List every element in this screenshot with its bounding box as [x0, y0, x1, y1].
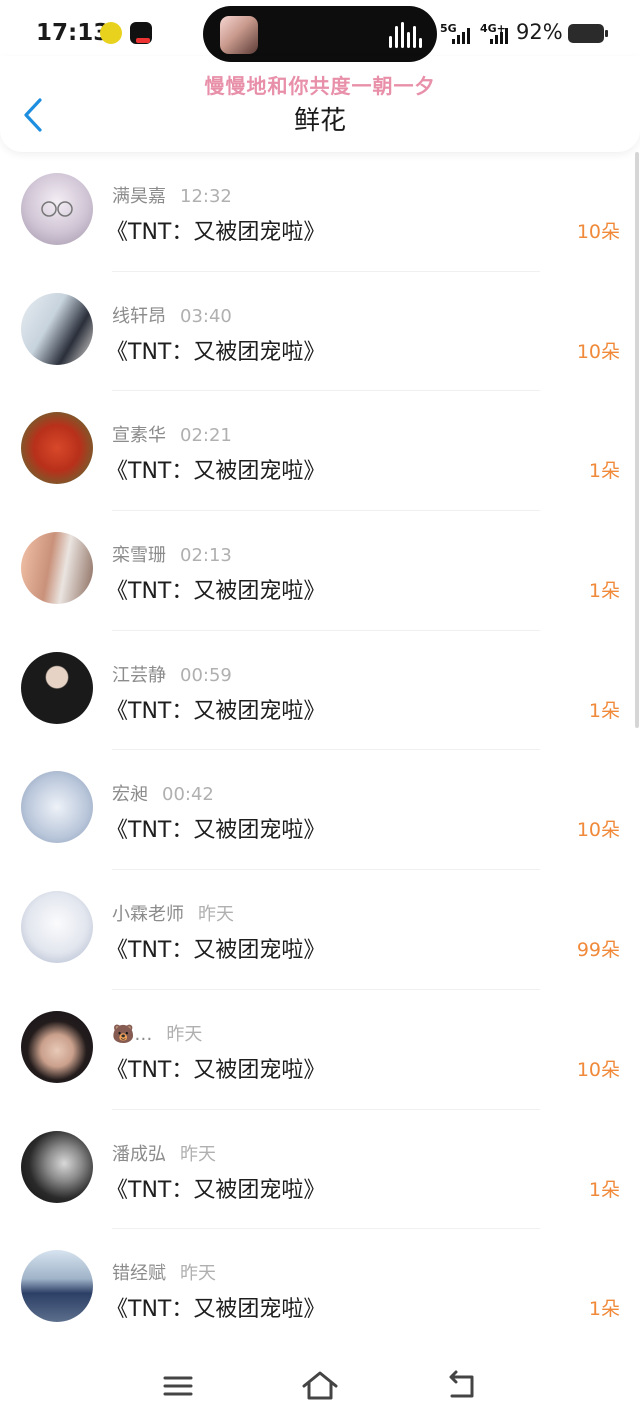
flower-count: 1朵 — [588, 1178, 620, 1201]
sender-line: 宣素华 02:21 — [112, 421, 232, 447]
flower-count: 1朵 — [588, 580, 620, 603]
avatar[interactable] — [21, 292, 93, 365]
scrollbar[interactable] — [635, 152, 639, 728]
flower-gift-list: 满昊嘉 12:32 《TNT：又被团宠啦》 10朵 线轩昂 03:40 《TNT：又… — [0, 152, 640, 1349]
avatar[interactable] — [21, 771, 93, 844]
audio-wave-icon — [389, 22, 423, 48]
list-item[interactable]: 潘成弘 昨天 《TNT：又被团宠啦》 1朵 — [0, 1110, 640, 1230]
list-item[interactable]: 满昊嘉 12:32 《TNT：又被团宠啦》 10朵 — [0, 152, 640, 272]
book-title: 《TNT：又被团宠啦》 — [106, 1057, 326, 1083]
dynamic-island-music[interactable] — [203, 6, 437, 62]
sender-name: 栾雪珊 — [112, 545, 166, 567]
send-time: 00:42 — [162, 784, 214, 806]
sender-line: 栾雪珊 02:13 — [112, 541, 232, 567]
sender-line: 🐻… 昨天 — [112, 1020, 202, 1046]
book-title: 《TNT：又被团宠啦》 — [106, 938, 326, 964]
signal-4g-icon — [490, 28, 514, 44]
book-title: 《TNT：又被团宠啦》 — [106, 459, 326, 485]
sender-name: 江芸静 — [112, 664, 166, 686]
sender-line: 满昊嘉 12:32 — [112, 182, 232, 208]
book-title: 《TNT：又被团宠啦》 — [106, 339, 326, 365]
book-title: 《TNT：又被团宠啦》 — [106, 579, 326, 605]
send-time: 02:13 — [180, 545, 232, 567]
flower-count: 1朵 — [588, 699, 620, 722]
flower-count: 10朵 — [576, 819, 620, 842]
send-time: 00:59 — [180, 664, 232, 686]
sender-line: 错经赋 昨天 — [112, 1259, 216, 1285]
list-item[interactable]: 线轩昂 03:40 《TNT：又被团宠啦》 10朵 — [0, 272, 640, 392]
sender-name: 🐻… — [112, 1023, 153, 1045]
list-item[interactable]: 错经赋 昨天 《TNT：又被团宠啦》 1朵 — [0, 1229, 640, 1349]
sender-name: 宣素华 — [112, 425, 166, 447]
flower-count: 10朵 — [576, 340, 620, 363]
status-time: 17:13 — [36, 20, 110, 46]
sender-name: 满昊嘉 — [112, 186, 166, 207]
send-time: 昨天 — [180, 1263, 216, 1285]
book-title: 《TNT：又被团宠啦》 — [106, 1297, 326, 1323]
home-button[interactable] — [300, 1369, 340, 1403]
list-item[interactable]: 宣素华 02:21 《TNT：又被团宠啦》 1朵 — [0, 391, 640, 512]
home-icon — [302, 1371, 338, 1400]
sender-line: 宏昶 00:42 — [112, 780, 214, 806]
send-time: 昨天 — [166, 1023, 203, 1045]
app-notification-icon — [100, 22, 122, 44]
menu-icon — [163, 1376, 193, 1396]
battery-percent: 92% — [516, 20, 563, 44]
menu-button[interactable] — [158, 1369, 198, 1403]
send-time: 昨天 — [180, 1143, 216, 1165]
tiktok-notification-icon — [130, 22, 152, 44]
sender-line: 小霖老师 昨天 — [112, 900, 234, 926]
book-title: 《TNT：又被团宠啦》 — [106, 220, 326, 245]
avatar[interactable] — [21, 651, 93, 724]
album-art-thumbnail — [220, 16, 258, 54]
send-time: 02:21 — [180, 425, 232, 447]
page-title: 鲜花 — [293, 106, 346, 136]
avatar[interactable] — [21, 1010, 93, 1083]
send-time: 12:32 — [180, 186, 232, 207]
avatar[interactable] — [21, 412, 93, 485]
flower-count: 1朵 — [588, 1298, 620, 1321]
avatar[interactable] — [21, 1130, 93, 1203]
sender-line: 潘成弘 昨天 — [112, 1140, 216, 1166]
return-icon — [449, 1370, 474, 1398]
battery-icon — [568, 24, 608, 43]
avatar[interactable] — [21, 891, 93, 964]
flower-count: 99朵 — [576, 939, 620, 962]
flower-count: 1朵 — [588, 460, 620, 483]
avatar[interactable] — [21, 1250, 93, 1323]
list-item[interactable]: 宏昶 00:42 《TNT：又被团宠啦》 10朵 — [0, 750, 640, 871]
book-title: 《TNT：又被团宠啦》 — [106, 1177, 326, 1203]
book-title: 《TNT：又被团宠啦》 — [106, 818, 326, 844]
send-time: 昨天 — [198, 904, 234, 926]
system-nav-bar — [0, 1345, 640, 1422]
send-time: 03:40 — [180, 305, 232, 327]
list-item[interactable]: 小霖老师 昨天 《TNT：又被团宠啦》 99朵 — [0, 870, 640, 990]
list-item[interactable]: 栾雪珊 02:13 《TNT：又被团宠啦》 1朵 — [0, 511, 640, 631]
sender-name: 潘成弘 — [112, 1143, 166, 1165]
book-title: 《TNT：又被团宠啦》 — [106, 698, 326, 724]
floating-lyric: 慢慢地和你共度一朝一夕 — [204, 74, 436, 98]
flower-count: 10朵 — [576, 1058, 620, 1081]
sender-line: 线轩昂 03:40 — [112, 302, 232, 328]
flower-count: 10朵 — [576, 221, 620, 243]
avatar[interactable] — [21, 532, 93, 605]
return-button[interactable] — [442, 1369, 482, 1403]
sender-name: 线轩昂 — [112, 305, 166, 327]
sender-name: 小霖老师 — [112, 904, 184, 926]
sender-name: 错经赋 — [112, 1263, 166, 1285]
sender-line: 江芸静 00:59 — [112, 661, 232, 687]
signal-5g-icon — [452, 28, 476, 44]
list-item[interactable]: 江芸静 00:59 《TNT：又被团宠啦》 1朵 — [0, 631, 640, 751]
sender-name: 宏昶 — [112, 784, 148, 806]
avatar[interactable] — [21, 173, 93, 245]
list-item[interactable]: 🐻… 昨天 《TNT：又被团宠啦》 10朵 — [0, 990, 640, 1110]
